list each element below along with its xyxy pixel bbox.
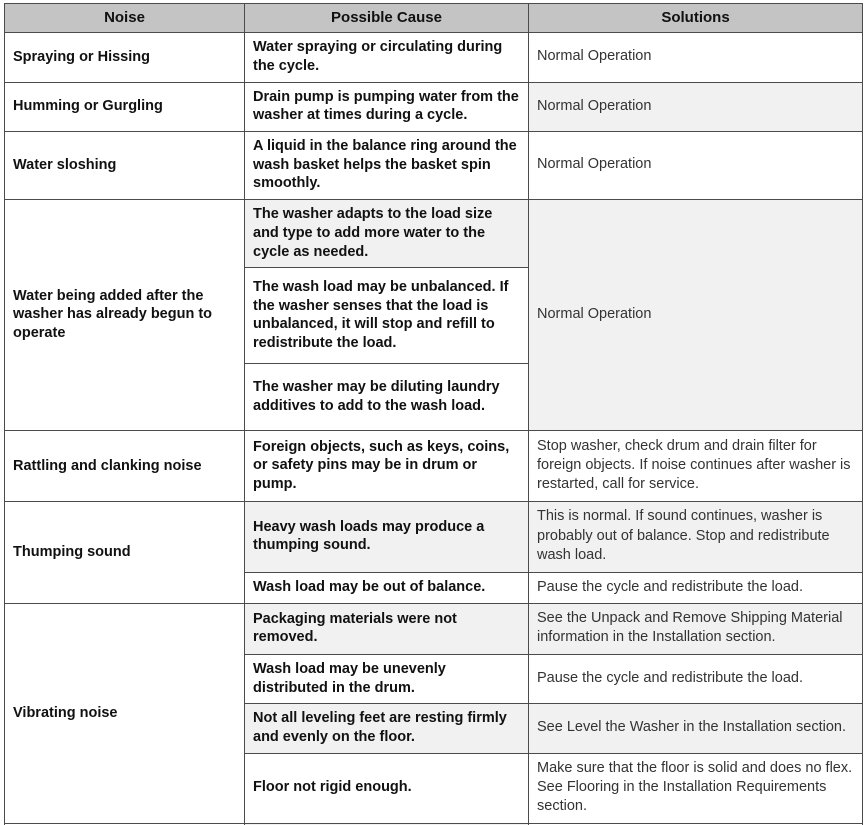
cause-cell: Packaging materials were not removed. bbox=[244, 602, 529, 655]
noise-cell: Rattling and clanking noise bbox=[4, 430, 245, 503]
column-header-solutions: Solutions bbox=[528, 2, 863, 34]
table-header: Noise Possible Cause Solutions bbox=[4, 2, 863, 34]
solution-cell: Make sure that the floor is solid and do… bbox=[528, 752, 863, 824]
column-header-cause: Possible Cause bbox=[244, 2, 529, 34]
solution-cell: Normal Operation bbox=[528, 199, 863, 432]
noise-cell: Thumping sound bbox=[4, 501, 245, 604]
solution-cell: See the Unpack and Remove Shipping Mater… bbox=[528, 602, 863, 655]
table-row: Thumping sound Heavy wash loads may prod… bbox=[4, 501, 863, 604]
cause-cell: Drain pump is pumping water from the was… bbox=[244, 81, 529, 133]
troubleshooting-table-container: Noise Possible Cause Solutions Spraying … bbox=[0, 0, 868, 825]
table-row: Vibrating noise Packaging materials were… bbox=[4, 602, 863, 824]
cause-cell: Foreign objects, such as keys, coins, or… bbox=[244, 430, 529, 503]
solution-cell: Pause the cycle and redistribute the loa… bbox=[528, 653, 863, 705]
solution-cell: Normal Operation bbox=[528, 131, 863, 201]
noise-cell: Spraying or Hissing bbox=[4, 32, 245, 83]
noise-troubleshooting-table: Noise Possible Cause Solutions Spraying … bbox=[4, 2, 863, 825]
cause-cell: Water spraying or circulating during the… bbox=[244, 32, 529, 83]
solution-cell: Stop washer, check drum and drain filter… bbox=[528, 430, 863, 503]
noise-cell: Humming or Gurgling bbox=[4, 81, 245, 133]
solution-cell: Pause the cycle and redistribute the loa… bbox=[528, 571, 863, 604]
noise-cell: Water sloshing bbox=[4, 131, 245, 201]
solution-cell: See Level the Washer in the Installation… bbox=[528, 703, 863, 754]
cause-cell: Heavy wash loads may produce a thumping … bbox=[244, 501, 529, 573]
table-row: Spraying or Hissing Water spraying or ci… bbox=[4, 32, 863, 83]
cause-cell: The washer adapts to the load size and t… bbox=[244, 199, 529, 269]
table-row: Humming or Gurgling Drain pump is pumpin… bbox=[4, 81, 863, 133]
cause-cell: The wash load may be unbalanced. If the … bbox=[244, 267, 529, 365]
cause-cell: Not all leveling feet are resting firmly… bbox=[244, 703, 529, 754]
solution-cell: Normal Operation bbox=[528, 32, 863, 83]
noise-cell: Water being added after the washer has a… bbox=[4, 199, 245, 432]
noise-cell: Vibrating noise bbox=[4, 602, 245, 824]
table-row: Water sloshing A liquid in the balance r… bbox=[4, 131, 863, 201]
cause-cell: Wash load may be unevenly distributed in… bbox=[244, 653, 529, 705]
table-row: Water being added after the washer has a… bbox=[4, 199, 863, 432]
solution-cell: Normal Operation bbox=[528, 81, 863, 133]
table-row: Rattling and clanking noise Foreign obje… bbox=[4, 430, 863, 503]
table-header-row: Noise Possible Cause Solutions bbox=[4, 2, 863, 34]
column-header-noise: Noise bbox=[4, 2, 245, 34]
solution-cell: This is normal. If sound continues, wash… bbox=[528, 501, 863, 573]
cause-cell: The washer may be diluting laundry addit… bbox=[244, 363, 529, 432]
cause-cell: A liquid in the balance ring around the … bbox=[244, 131, 529, 201]
table-body: Spraying or Hissing Water spraying or ci… bbox=[4, 32, 863, 825]
cause-cell: Wash load may be out of balance. bbox=[244, 571, 529, 604]
cause-cell: Floor not rigid enough. bbox=[244, 752, 529, 824]
